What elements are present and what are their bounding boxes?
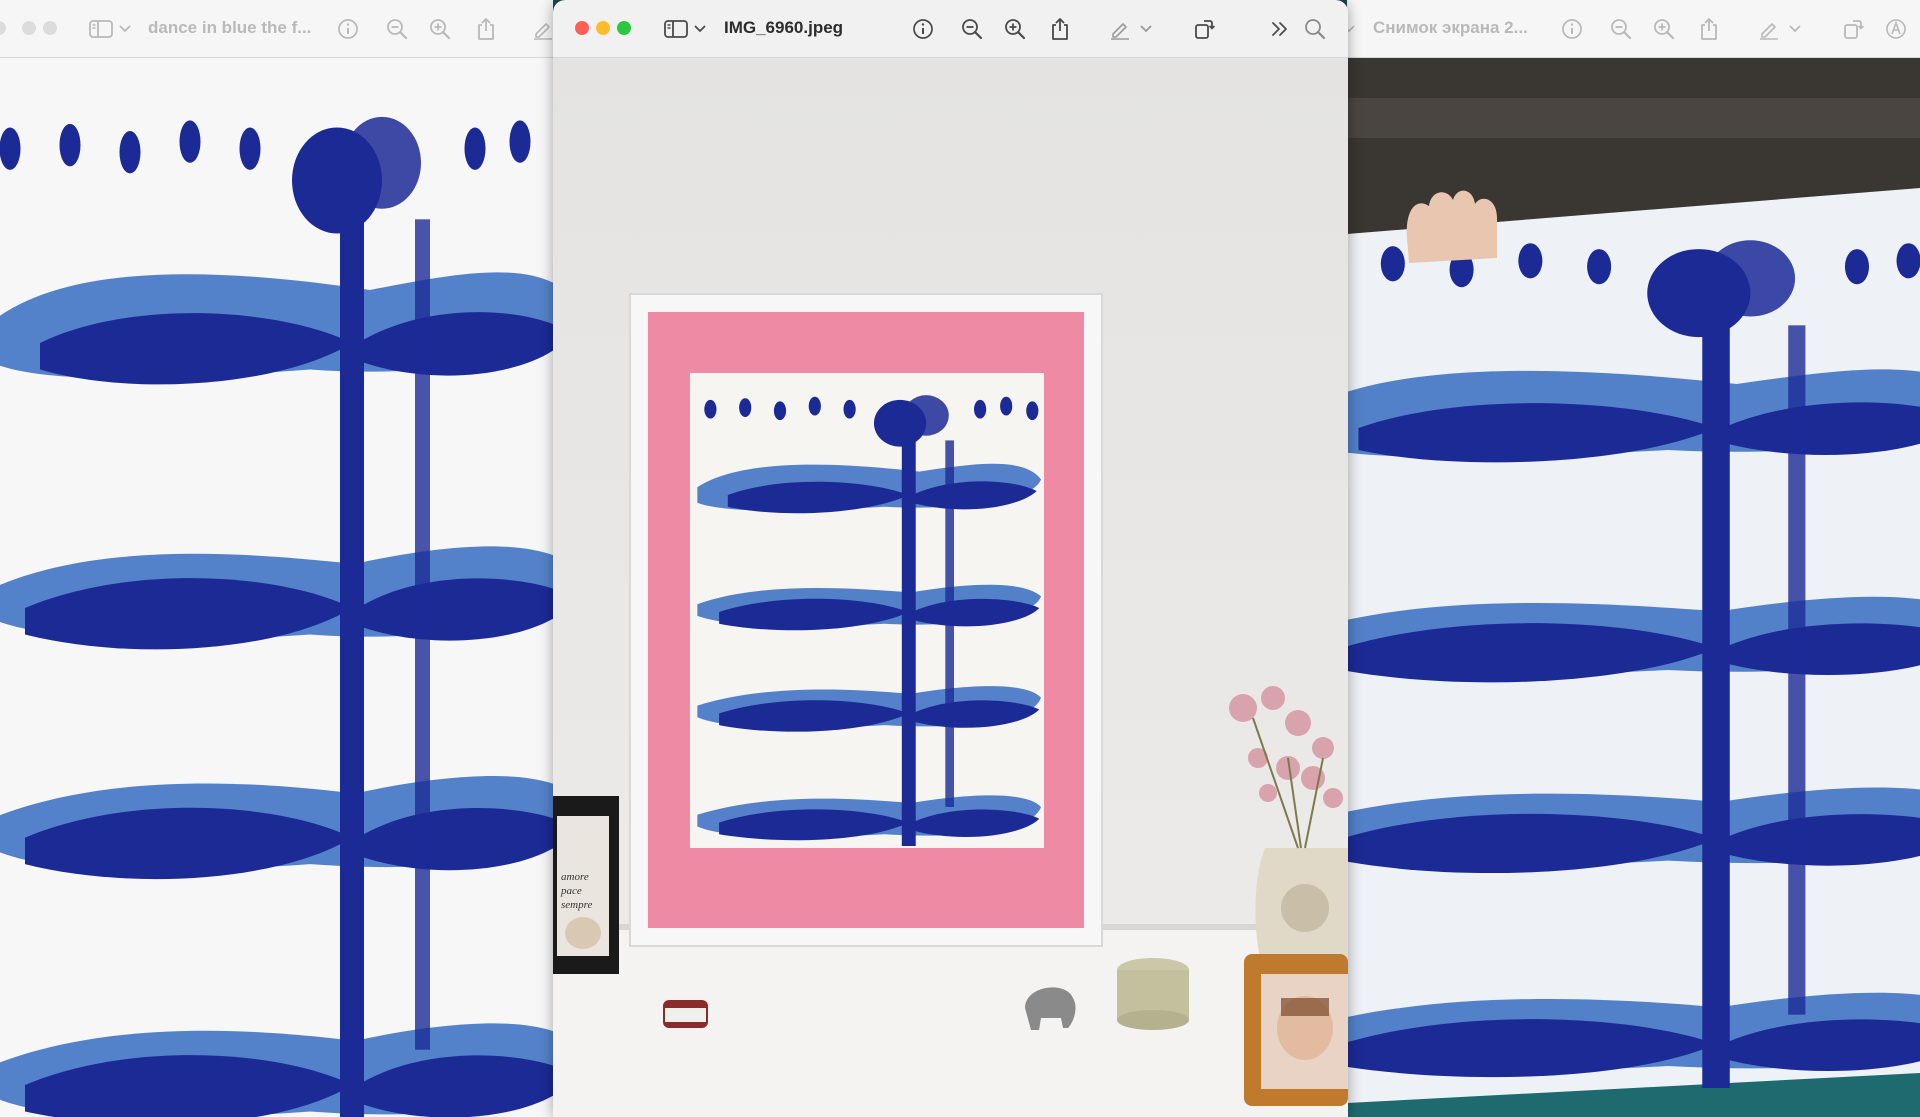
titlebar-right[interactable]: Снимок экрана 2... bbox=[1347, 0, 1920, 58]
close-button[interactable] bbox=[575, 21, 589, 35]
image-view-main: amore pace sempre bbox=[553, 58, 1348, 1117]
sidebar-icon[interactable] bbox=[88, 17, 114, 41]
more-icon[interactable] bbox=[1271, 17, 1289, 41]
markup-icon[interactable] bbox=[1109, 17, 1131, 41]
chevron-down-icon[interactable] bbox=[694, 17, 706, 41]
photo-book-line-2: pace bbox=[560, 885, 582, 897]
window-title: Снимок экрана 2... bbox=[1373, 18, 1528, 37]
photo-book-line-3: sempre bbox=[561, 899, 592, 911]
markup-chevron-icon[interactable] bbox=[1789, 17, 1801, 41]
info-icon[interactable] bbox=[337, 17, 359, 41]
image-view-left bbox=[0, 58, 553, 1117]
chevron-down-icon[interactable] bbox=[119, 17, 131, 41]
framed-print-photo: amore pace sempre bbox=[553, 58, 1348, 1117]
info-icon[interactable] bbox=[1561, 17, 1583, 41]
zoom-out-icon[interactable] bbox=[961, 17, 983, 41]
zoom-in-icon[interactable] bbox=[1004, 17, 1026, 41]
titlebar-main[interactable]: IMG_6960.jpeg bbox=[553, 0, 1348, 58]
search-icon[interactable] bbox=[1304, 17, 1326, 41]
sidebar-icon[interactable] bbox=[663, 17, 689, 41]
markup-chevron-icon[interactable] bbox=[1140, 17, 1152, 41]
markup-toolbar-icon[interactable] bbox=[1885, 17, 1907, 41]
rotate-icon[interactable] bbox=[1193, 17, 1215, 41]
zoom-button[interactable] bbox=[617, 21, 631, 35]
zoom-in-icon[interactable] bbox=[1653, 17, 1675, 41]
photo-book-line-1: amore bbox=[561, 871, 589, 883]
preview-window-main[interactable]: IMG_6960.jpeg amore pace sempre bbox=[553, 0, 1348, 1117]
close-button[interactable] bbox=[0, 21, 6, 35]
info-icon[interactable] bbox=[912, 17, 934, 41]
zoom-button[interactable] bbox=[43, 21, 57, 35]
markup-icon[interactable] bbox=[1758, 17, 1780, 41]
preview-window-right[interactable]: Снимок экрана 2... bbox=[1347, 0, 1920, 1117]
minimize-button[interactable] bbox=[596, 21, 610, 35]
chevron-down-icon[interactable] bbox=[1347, 17, 1355, 41]
zoom-in-icon[interactable] bbox=[429, 17, 451, 41]
window-title: dance in blue the f... bbox=[148, 18, 312, 37]
rotate-icon[interactable] bbox=[1842, 17, 1864, 41]
window-title: IMG_6960.jpeg bbox=[724, 18, 844, 37]
share-icon[interactable] bbox=[1050, 17, 1070, 41]
image-view-right bbox=[1347, 58, 1920, 1117]
blue-plant-print bbox=[0, 116, 553, 1117]
markup-icon[interactable] bbox=[532, 17, 553, 41]
zoom-out-icon[interactable] bbox=[386, 17, 408, 41]
titlebar-left[interactable]: dance in blue the f... bbox=[0, 0, 553, 58]
share-icon[interactable] bbox=[1699, 17, 1719, 41]
minimize-button[interactable] bbox=[22, 21, 36, 35]
zoom-out-icon[interactable] bbox=[1610, 17, 1632, 41]
share-icon[interactable] bbox=[476, 17, 496, 41]
preview-window-left[interactable]: dance in blue the f... bbox=[0, 0, 553, 1117]
held-print-photo bbox=[1347, 58, 1920, 1117]
